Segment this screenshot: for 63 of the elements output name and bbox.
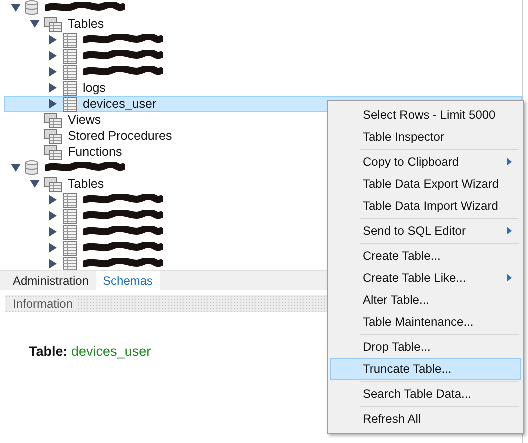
- tree-row[interactable]: Stored Procedures: [4, 128, 178, 144]
- table-icon: [63, 192, 77, 208]
- menu-item[interactable]: Create Table...: [330, 245, 521, 267]
- menu-item[interactable]: Alter Table...: [330, 289, 521, 311]
- expanded-arrow-icon[interactable]: [11, 164, 21, 172]
- object-info-text: Table: devices_user: [29, 344, 152, 359]
- database-icon: [25, 160, 39, 176]
- tree-item-label[interactable]: Tables: [68, 17, 104, 31]
- collapsed-arrow-icon[interactable]: [49, 51, 57, 61]
- menu-item[interactable]: Table Inspector: [330, 126, 521, 148]
- menu-item[interactable]: Table Data Import Wizard: [330, 195, 521, 217]
- collapsed-arrow-icon[interactable]: [49, 227, 57, 237]
- database-icon: [25, 0, 39, 16]
- expanded-arrow-icon[interactable]: [30, 20, 40, 28]
- collapsed-arrow-icon[interactable]: [49, 67, 57, 77]
- panel-tab[interactable]: Administration: [6, 271, 96, 290]
- table-icon: [63, 32, 77, 48]
- tree-item-label[interactable]: devices_user: [83, 97, 157, 111]
- collapsed-arrow-icon[interactable]: [49, 195, 57, 205]
- collapsed-arrow-icon[interactable]: [49, 99, 57, 109]
- collapsed-arrow-icon[interactable]: [49, 211, 57, 221]
- submenu-arrow-icon: [507, 274, 512, 282]
- tree-row[interactable]: logs: [4, 80, 111, 96]
- table-icon: [63, 240, 77, 256]
- tree-item-label[interactable]: Stored Procedures: [68, 129, 172, 143]
- tree-row[interactable]: Functions: [4, 144, 128, 160]
- table-icon: [63, 208, 77, 224]
- menu-item[interactable]: Table Data Export Wizard: [330, 173, 521, 195]
- information-title: Information: [5, 296, 76, 310]
- menu-item[interactable]: Send to SQL Editor: [330, 220, 521, 242]
- panel-tab[interactable]: Schemas: [96, 271, 160, 290]
- tree-item-label[interactable]: Tables: [68, 177, 104, 191]
- tree-item-label[interactable]: logs: [83, 81, 106, 95]
- tree-item-label[interactable]: Functions: [68, 145, 122, 159]
- tables-group-icon: [44, 16, 62, 32]
- menu-item[interactable]: Drop Table...: [330, 336, 521, 358]
- menu-item[interactable]: Truncate Table...: [330, 358, 521, 380]
- table-icon: [63, 224, 77, 240]
- expanded-arrow-icon[interactable]: [11, 4, 21, 12]
- table-icon: [63, 80, 77, 96]
- tree-row[interactable]: Tables: [4, 176, 110, 192]
- collapsed-arrow-icon[interactable]: [49, 83, 57, 93]
- table-icon: [63, 96, 77, 112]
- tables-group-icon: [44, 128, 62, 144]
- tables-group-icon: [44, 176, 62, 192]
- menu-item[interactable]: Copy to Clipboard: [330, 151, 521, 173]
- menu-item[interactable]: Refresh All: [330, 408, 521, 430]
- tables-group-icon: [44, 112, 62, 128]
- menu-item[interactable]: Create Table Like...: [330, 267, 521, 289]
- menu-item[interactable]: Table Maintenance...: [330, 311, 521, 333]
- expanded-arrow-icon[interactable]: [30, 180, 40, 188]
- collapsed-arrow-icon[interactable]: [49, 35, 57, 45]
- collapsed-arrow-icon[interactable]: [49, 259, 57, 269]
- submenu-arrow-icon: [507, 158, 512, 166]
- menu-item[interactable]: Search Table Data...: [330, 383, 521, 405]
- tree-row[interactable]: Tables: [4, 16, 110, 32]
- tables-group-icon: [44, 144, 62, 160]
- tree-row[interactable]: Views: [4, 112, 106, 128]
- collapsed-arrow-icon[interactable]: [49, 243, 57, 253]
- table-icon: [63, 48, 77, 64]
- tree-item-label[interactable]: Views: [68, 113, 102, 127]
- submenu-arrow-icon: [507, 227, 512, 235]
- table-icon: [63, 64, 77, 80]
